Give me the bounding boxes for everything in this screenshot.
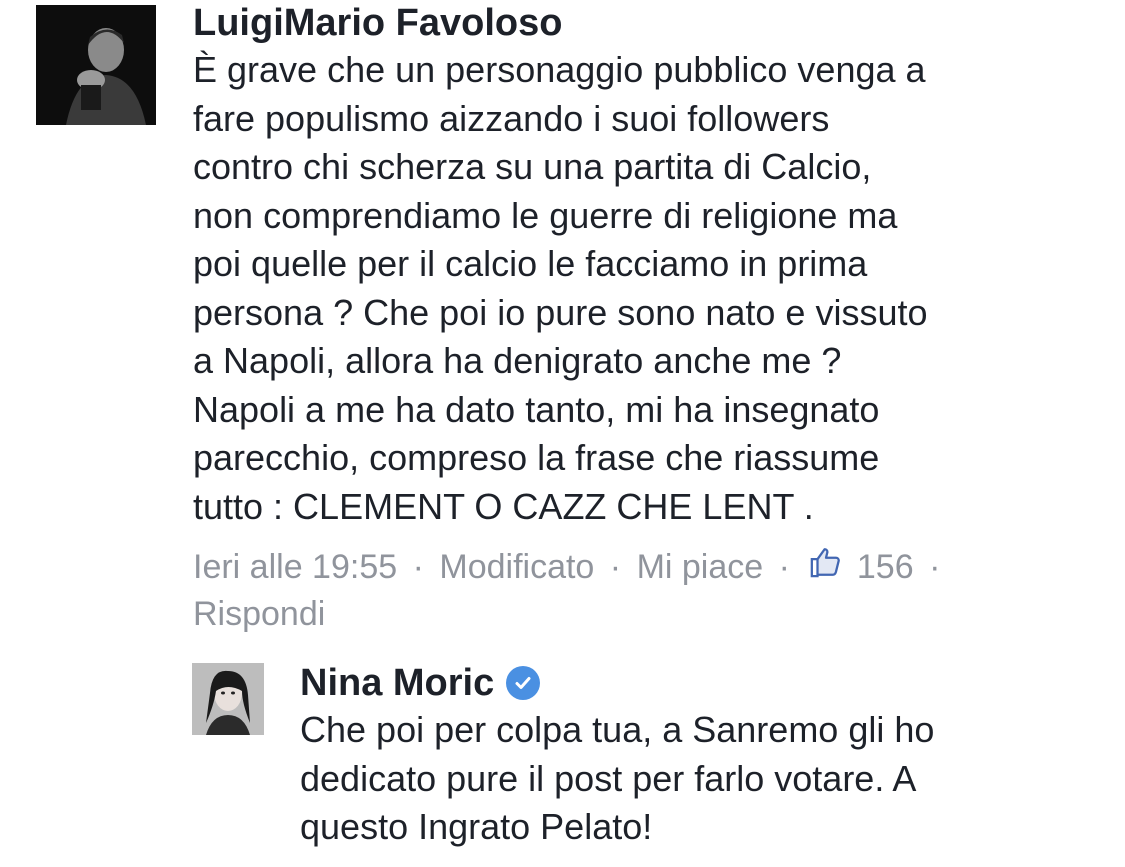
separator: · bbox=[412, 548, 424, 587]
comment-author[interactable]: Nina Moric bbox=[300, 660, 494, 706]
comment-text: Che poi per colpa tua, a Sanremo gli ho … bbox=[300, 709, 935, 847]
thumbs-up-icon[interactable] bbox=[809, 545, 843, 590]
avatar-photo-icon bbox=[192, 663, 264, 735]
separator: · bbox=[929, 548, 941, 587]
comment-text: È grave che un personaggio pubblico veng… bbox=[193, 49, 928, 527]
verified-badge-icon bbox=[506, 666, 541, 700]
avatar-photo-icon bbox=[36, 5, 156, 125]
avatar-nina-moric[interactable] bbox=[192, 663, 264, 735]
reply-button[interactable]: Rispondi bbox=[193, 595, 325, 633]
edited-label[interactable]: Modificato bbox=[439, 548, 594, 586]
avatar-luigimario[interactable] bbox=[36, 5, 156, 125]
comment-reply-body: Nina Moric Che poi per colpa tua, a Sanr… bbox=[300, 660, 1100, 852]
like-button[interactable]: Mi piace bbox=[637, 548, 764, 586]
author-row: Nina Moric bbox=[300, 660, 1100, 706]
comment-main-body: LuigiMario Favoloso È grave che un perso… bbox=[193, 0, 1093, 636]
separator: · bbox=[609, 548, 622, 587]
comment-meta: Ieri alle 19:55 · Modificato · Mi piace … bbox=[193, 543, 1013, 636]
like-count[interactable]: 156 bbox=[857, 548, 914, 586]
comment-timestamp[interactable]: Ieri alle 19:55 bbox=[193, 548, 397, 586]
comment-author[interactable]: LuigiMario Favoloso bbox=[193, 0, 1093, 46]
separator: · bbox=[778, 548, 790, 587]
